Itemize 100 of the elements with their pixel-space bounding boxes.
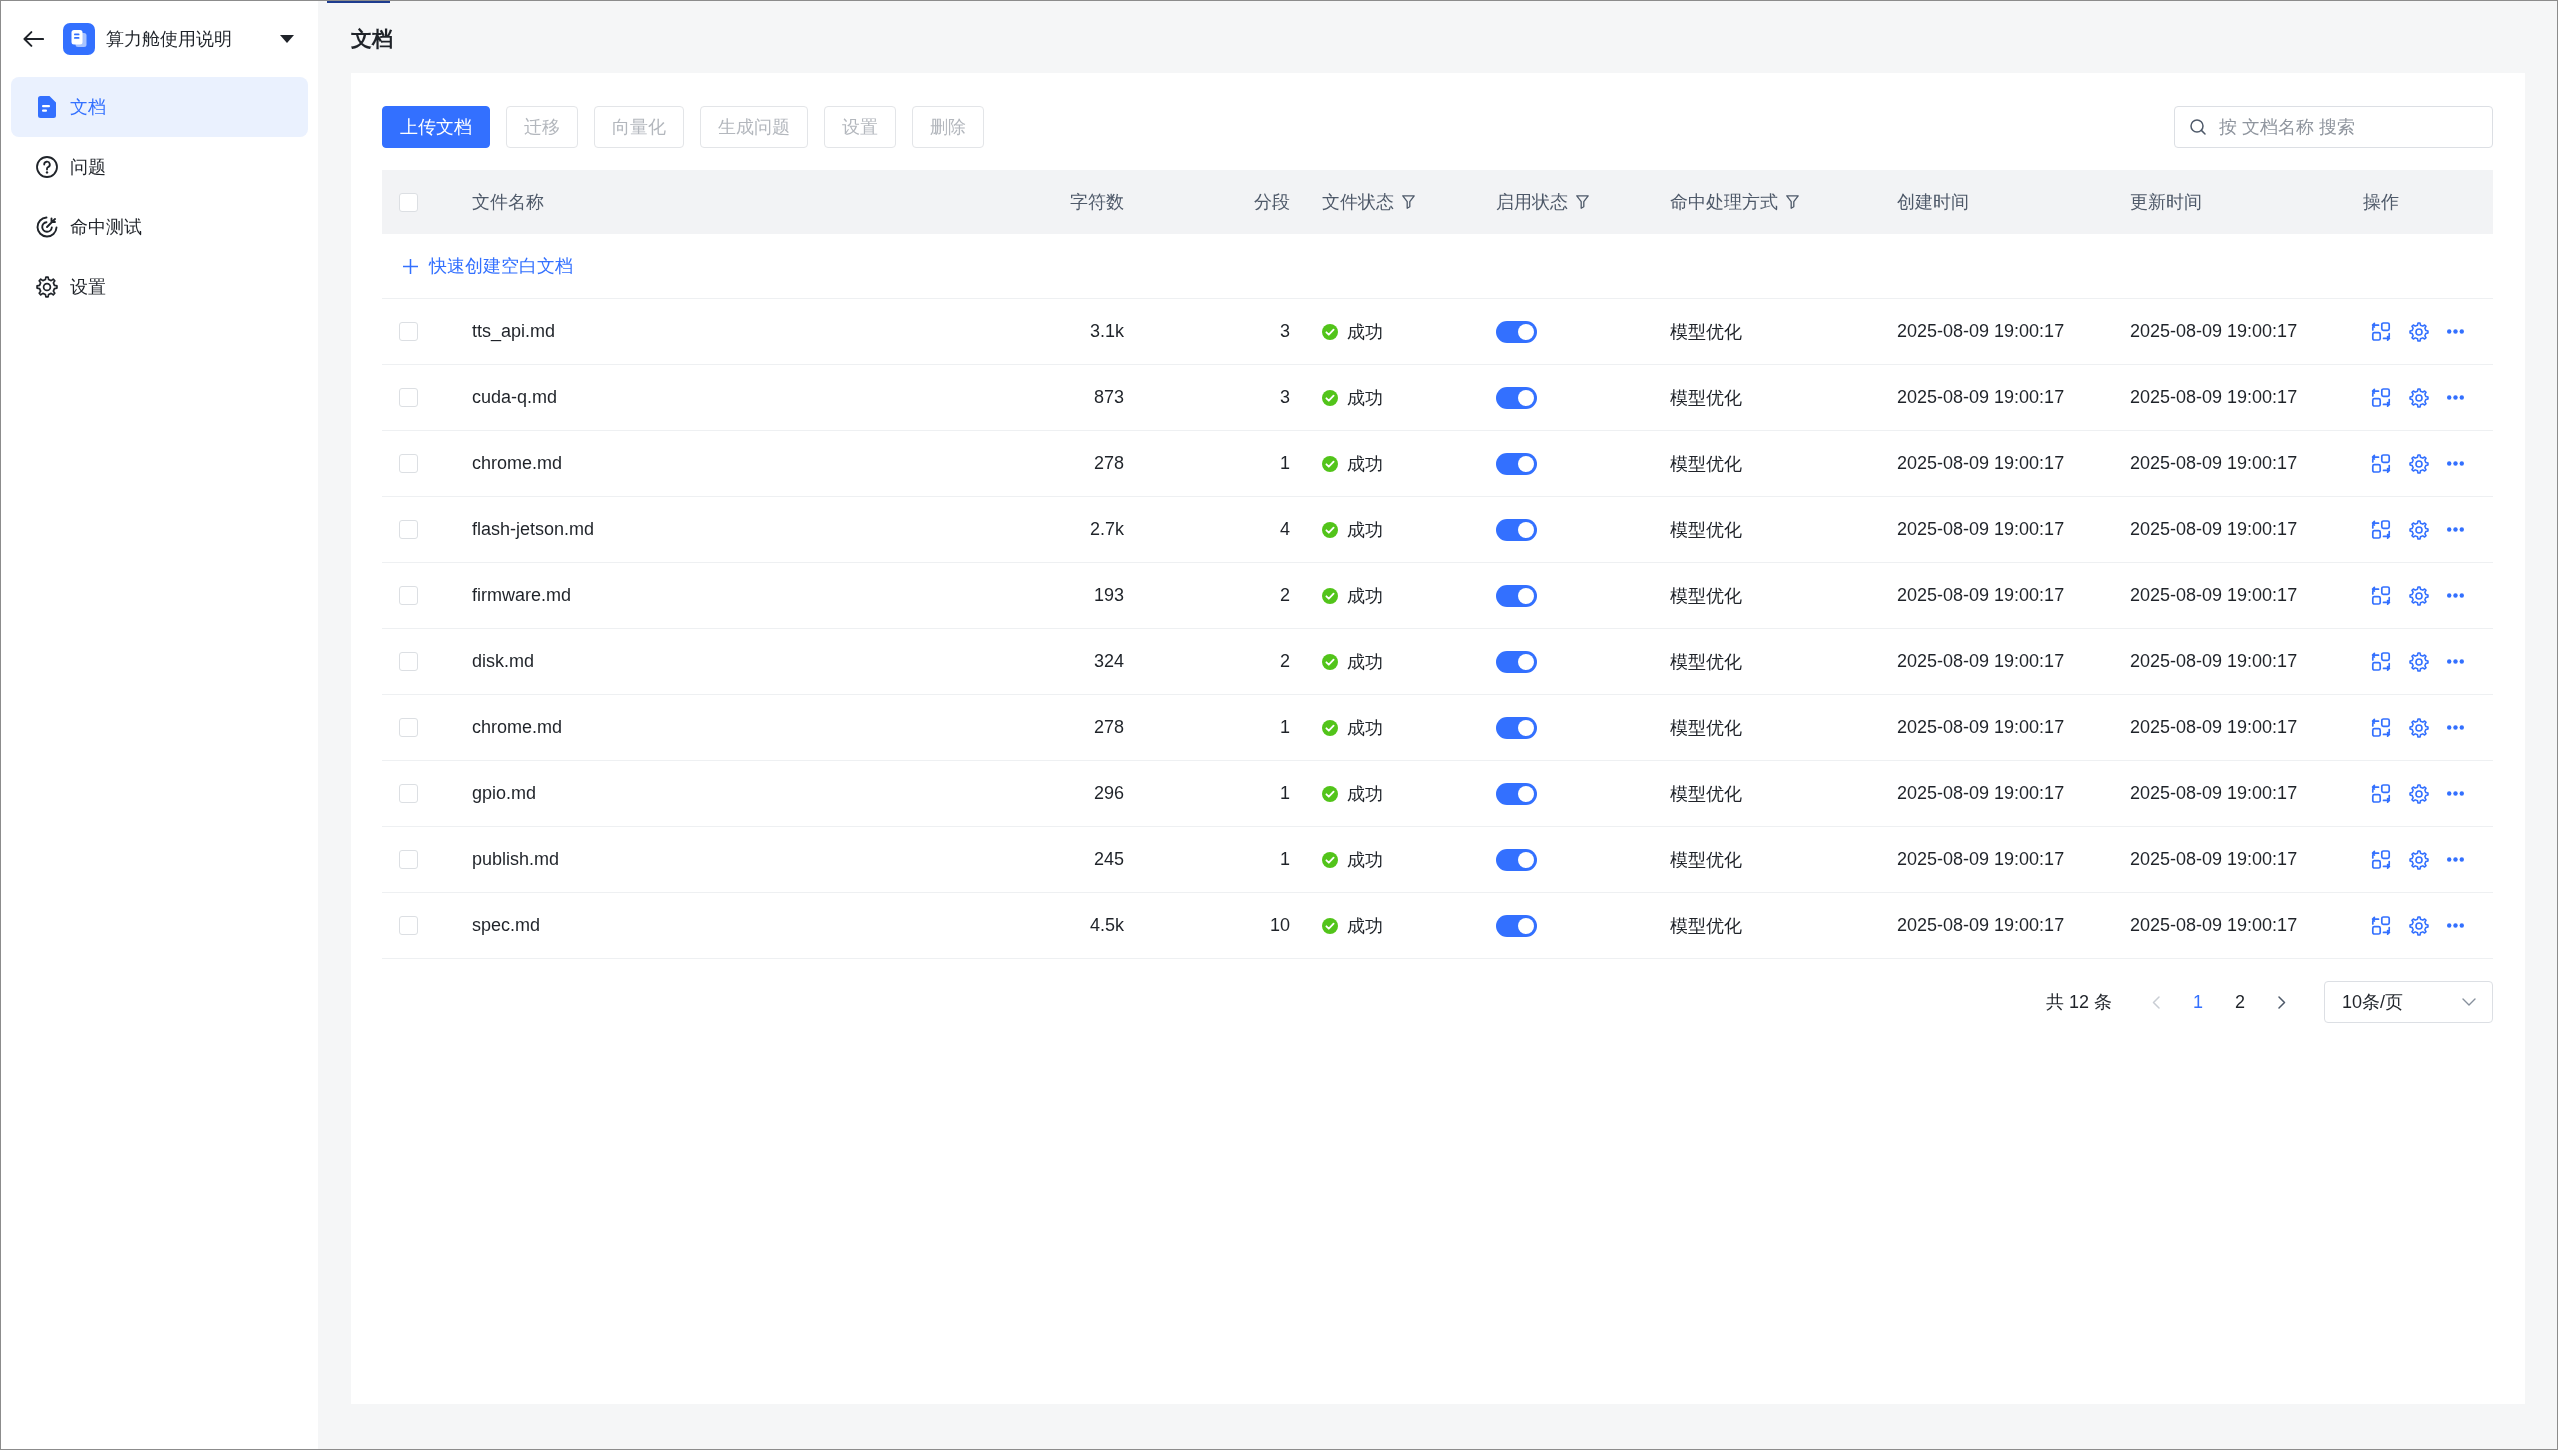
checkbox[interactable] xyxy=(399,718,418,737)
toggle-switch[interactable] xyxy=(1496,584,1537,607)
char-count: 3.1k xyxy=(1089,321,1124,342)
toggle-switch[interactable] xyxy=(1496,386,1537,409)
filter-icon[interactable] xyxy=(1786,195,1799,209)
toggle-switch[interactable] xyxy=(1496,716,1537,739)
char-count: 296 xyxy=(1093,783,1124,804)
checkbox[interactable] xyxy=(399,454,418,473)
settings-icon[interactable] xyxy=(2409,915,2429,936)
checkbox[interactable] xyxy=(399,916,418,935)
updated-time: 2025-08-09 19:00:17 xyxy=(2130,387,2298,408)
status-label: 成功 xyxy=(1347,716,1383,740)
settings-icon[interactable] xyxy=(2409,717,2429,738)
segment-count: 1 xyxy=(1280,783,1290,804)
column-heading: 文件状态 xyxy=(1322,191,1394,214)
toggle-switch[interactable] xyxy=(1496,518,1537,541)
column-heading: 字符数 xyxy=(1070,191,1124,214)
more-icon[interactable] xyxy=(2447,329,2464,334)
char-count: 278 xyxy=(1093,717,1124,738)
updated-time: 2025-08-09 19:00:17 xyxy=(2130,849,2298,870)
toggle-switch[interactable] xyxy=(1496,782,1537,805)
swap-squares-icon[interactable] xyxy=(2371,849,2391,870)
back-arrow-icon[interactable] xyxy=(23,31,44,47)
file-name: cuda-q.md xyxy=(472,387,558,408)
updated-time: 2025-08-09 19:00:17 xyxy=(2130,519,2298,540)
settings-icon[interactable] xyxy=(2409,453,2429,474)
updated-time: 2025-08-09 19:00:17 xyxy=(2130,321,2298,342)
swap-squares-icon[interactable] xyxy=(2371,915,2391,936)
toggle-switch[interactable] xyxy=(1496,848,1537,871)
char-count: 278 xyxy=(1093,453,1124,474)
checkbox[interactable] xyxy=(399,586,418,605)
page-title: 文档 xyxy=(351,26,393,52)
filter-icon[interactable] xyxy=(1576,195,1589,209)
swap-squares-icon[interactable] xyxy=(2371,717,2391,738)
more-icon[interactable] xyxy=(2447,659,2464,664)
toggle-switch[interactable] xyxy=(1496,452,1537,475)
more-icon[interactable] xyxy=(2447,725,2464,730)
nav-item[interactable]: 命中测试 xyxy=(11,197,308,257)
created-time: 2025-08-09 19:00:17 xyxy=(1897,849,2065,870)
updated-time: 2025-08-09 19:00:17 xyxy=(2130,915,2298,936)
toggle-switch[interactable] xyxy=(1496,320,1537,343)
created-time: 2025-08-09 19:00:17 xyxy=(1897,585,2065,606)
settings-icon[interactable] xyxy=(2409,651,2429,672)
page-button[interactable]: 2 xyxy=(2222,984,2258,1020)
char-count: 324 xyxy=(1093,651,1124,672)
page-size-select[interactable]: 10条/页 xyxy=(2324,981,2493,1023)
created-time: 2025-08-09 19:00:17 xyxy=(1897,717,2065,738)
settings-icon[interactable] xyxy=(2409,585,2429,606)
file-name: tts_api.md xyxy=(472,321,556,342)
more-icon[interactable] xyxy=(2447,593,2464,598)
column-heading: 命中处理方式 xyxy=(1670,191,1778,214)
nav-item[interactable]: 设置 xyxy=(11,257,308,317)
checkbox[interactable] xyxy=(399,850,418,869)
dropdown-caret-icon[interactable] xyxy=(280,35,294,43)
updated-time: 2025-08-09 19:00:17 xyxy=(2130,783,2298,804)
swap-squares-icon[interactable] xyxy=(2371,387,2391,408)
page-button[interactable]: 1 xyxy=(2180,984,2216,1020)
settings-icon[interactable] xyxy=(2409,321,2429,342)
settings-icon[interactable] xyxy=(2409,519,2429,540)
hit-handling-mode: 模型优化 xyxy=(1670,914,1742,938)
checkbox[interactable] xyxy=(399,192,418,212)
search-field[interactable]: 按 文档名称 搜索 xyxy=(2174,106,2493,148)
checkbox[interactable] xyxy=(399,520,418,539)
toggle-switch[interactable] xyxy=(1496,914,1537,937)
swap-squares-icon[interactable] xyxy=(2371,783,2391,804)
nav-item[interactable]: 文档 xyxy=(11,77,308,137)
nav-item[interactable]: 问题 xyxy=(11,137,308,197)
updated-time: 2025-08-09 19:00:17 xyxy=(2130,651,2298,672)
char-count: 193 xyxy=(1093,585,1124,606)
more-icon[interactable] xyxy=(2447,791,2464,796)
checkbox[interactable] xyxy=(399,388,418,407)
segment-count: 2 xyxy=(1280,585,1290,606)
more-icon[interactable] xyxy=(2447,461,2464,466)
hit-handling-mode: 模型优化 xyxy=(1670,584,1742,608)
swap-squares-icon[interactable] xyxy=(2371,651,2391,672)
swap-squares-icon[interactable] xyxy=(2371,453,2391,474)
settings-icon[interactable] xyxy=(2409,849,2429,870)
char-count: 245 xyxy=(1093,849,1124,870)
swap-squares-icon[interactable] xyxy=(2371,321,2391,342)
more-icon[interactable] xyxy=(2447,527,2464,532)
created-time: 2025-08-09 19:00:17 xyxy=(1897,453,2065,474)
settings-icon[interactable] xyxy=(2409,783,2429,804)
more-icon[interactable] xyxy=(2447,857,2464,862)
more-icon[interactable] xyxy=(2447,923,2464,928)
plus-icon xyxy=(403,258,418,274)
more-icon[interactable] xyxy=(2447,395,2464,400)
checkbox[interactable] xyxy=(399,784,418,803)
swap-squares-icon[interactable] xyxy=(2371,519,2391,540)
hit-handling-mode: 模型优化 xyxy=(1670,848,1742,872)
quick-create-link[interactable]: 快速创建空白文档 xyxy=(403,254,573,278)
toggle-switch[interactable] xyxy=(1496,650,1537,673)
filter-icon[interactable] xyxy=(1402,195,1415,209)
swap-squares-icon[interactable] xyxy=(2371,585,2391,606)
checkbox[interactable] xyxy=(399,652,418,671)
settings-icon[interactable] xyxy=(2409,387,2429,408)
hit-handling-mode: 模型优化 xyxy=(1670,518,1742,542)
toolbar-button[interactable]: 上传文档 xyxy=(382,106,490,148)
column-heading: 文件名称 xyxy=(472,191,544,214)
status-label: 成功 xyxy=(1347,452,1383,476)
checkbox[interactable] xyxy=(399,322,418,341)
